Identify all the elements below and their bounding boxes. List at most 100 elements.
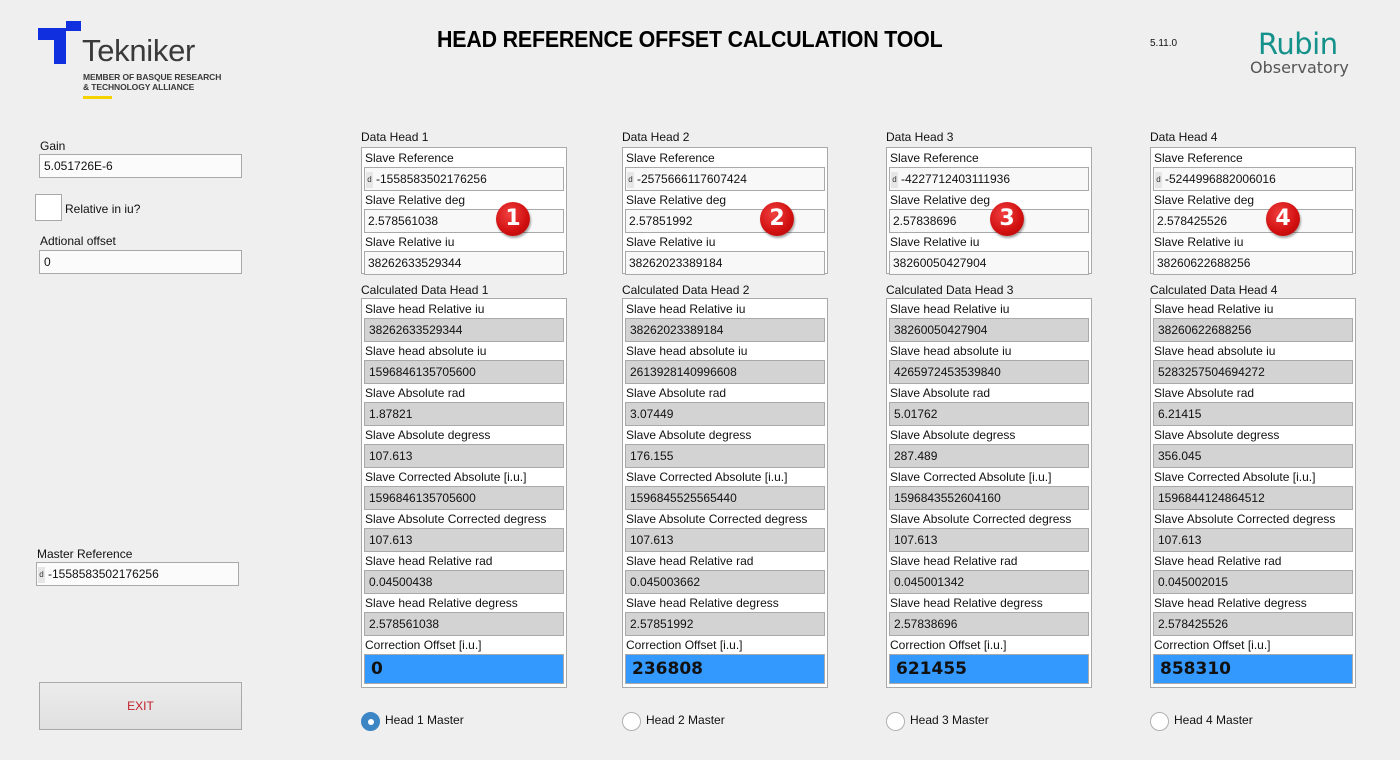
calc-row-value: 1596843552604160 (889, 486, 1089, 510)
head-4-master-radio[interactable] (1150, 712, 1169, 731)
calc-row-value: 0.045002015 (1153, 570, 1353, 594)
slave-reference-input[interactable]: d -4227712403111936 (889, 167, 1089, 191)
head-2-master-radio[interactable] (622, 712, 641, 731)
calc-row-label: Slave head absolute iu (626, 344, 748, 358)
slave-relative-deg-input[interactable]: 2.57851992 (625, 209, 825, 233)
calc-row-value: 4265972453539840 (889, 360, 1089, 384)
slave-relative-iu-input[interactable]: 38260622688256 (1153, 251, 1353, 275)
slave-relative-iu-label: Slave Relative iu (365, 235, 455, 249)
calc-row-value: 287.489 (889, 444, 1089, 468)
calculated-head-title: Calculated Data Head 1 (361, 283, 489, 297)
calculated-head-outputs: Slave head Relative iu 38262633529344 Slav… (361, 298, 567, 688)
head-1-master-radio[interactable] (361, 712, 380, 731)
calc-row-label: Slave Absolute Corrected degress (890, 512, 1072, 526)
head-master-label[interactable]: Head 4 Master (1174, 713, 1253, 727)
calc-row-label: Slave Corrected Absolute [i.u.] (1154, 470, 1316, 484)
calc-row-label: Slave head Relative iu (1154, 302, 1274, 316)
calc-row-value: 1596846135705600 (364, 486, 564, 510)
page-title: HEAD REFERENCE OFFSET CALCULATION TOOL (437, 26, 943, 52)
data-head-inputs: Slave Reference d -5244996882006016 Slave… (1150, 147, 1356, 275)
head-number-badge: 2 (760, 202, 794, 236)
slave-relative-iu-input[interactable]: 38262023389184 (625, 251, 825, 275)
head-number-badge: 3 (990, 202, 1024, 236)
slave-relative-deg-input[interactable]: 2.578425526 (1153, 209, 1353, 233)
calc-row-label: Slave Corrected Absolute [i.u.] (626, 470, 788, 484)
calc-row-value: 6.21415 (1153, 402, 1353, 426)
numeric-format-indicator[interactable]: d (627, 171, 634, 188)
master-reference-label: Master Reference (37, 547, 133, 561)
calc-row-value: 176.155 (625, 444, 825, 468)
version-label: 5.11.0 (1150, 38, 1178, 49)
numeric-format-indicator[interactable]: d (891, 171, 898, 188)
calc-row-label: Slave Absolute Corrected degress (365, 512, 547, 526)
calc-row-label: Slave Absolute degress (365, 428, 491, 442)
slave-relative-deg-label: Slave Relative deg (890, 193, 991, 207)
calc-row-label: Slave head Relative rad (626, 554, 754, 568)
slave-reference-label: Slave Reference (365, 151, 454, 165)
calc-row-label: Slave Absolute degress (1154, 428, 1280, 442)
numeric-format-indicator[interactable]: d (38, 566, 45, 583)
rubin-logo-line2: Observatory (1250, 58, 1349, 77)
slave-reference-input[interactable]: d -1558583502176256 (364, 167, 564, 191)
calc-row-label: Slave head Relative degress (365, 596, 518, 610)
data-head-inputs: Slave Reference d -4227712403111936 Slave… (886, 147, 1092, 275)
numeric-format-indicator[interactable]: d (366, 171, 373, 188)
calc-row-value: 38262023389184 (625, 318, 825, 342)
head-master-label[interactable]: Head 2 Master (646, 713, 725, 727)
slave-reference-value: -2575666117607424 (637, 172, 747, 186)
tekniker-logo-icon (38, 21, 81, 64)
calc-row-value: 38260622688256 (1153, 318, 1353, 342)
slave-reference-label: Slave Reference (626, 151, 715, 165)
calc-row-label: Slave head Relative degress (1154, 596, 1307, 610)
calculated-head-outputs: Slave head Relative iu 38260622688256 Slav… (1150, 298, 1356, 688)
head-number-badge: 4 (1266, 202, 1300, 236)
slave-reference-value: -5244996882006016 (1165, 172, 1276, 186)
numeric-format-indicator[interactable]: d (1155, 171, 1162, 188)
calc-row-label: Slave Absolute rad (890, 386, 991, 400)
slave-relative-deg-input[interactable]: 2.578561038 (364, 209, 564, 233)
rubin-logo-line1: Rubin (1258, 27, 1338, 61)
calc-row-value: 2.57851992 (625, 612, 825, 636)
calc-row-value: 38260050427904 (889, 318, 1089, 342)
calc-row-label: Slave head Relative degress (890, 596, 1043, 610)
master-reference-input[interactable]: d -1558583502176256 (36, 562, 239, 586)
slave-reference-label: Slave Reference (1154, 151, 1243, 165)
calc-row-label: Slave Absolute Corrected degress (626, 512, 808, 526)
correction-offset-value: 858310 (1153, 654, 1353, 684)
slave-relative-deg-label: Slave Relative deg (626, 193, 727, 207)
data-head-title: Data Head 3 (886, 130, 954, 144)
correction-offset-value: 0 (364, 654, 564, 684)
calc-row-label: Slave head Relative rad (1154, 554, 1282, 568)
slave-relative-deg-input[interactable]: 2.57838696 (889, 209, 1089, 233)
gain-input[interactable]: 5.051726E-6 (39, 154, 242, 178)
calc-row-label: Slave Absolute rad (626, 386, 727, 400)
relative-in-iu-checkbox[interactable] (35, 194, 62, 221)
head-master-label[interactable]: Head 3 Master (910, 713, 989, 727)
additional-offset-input[interactable]: 0 (39, 250, 242, 274)
head-master-label[interactable]: Head 1 Master (385, 713, 464, 727)
tekniker-subtitle-line2: & TECHNOLOGY ALLIANCE (83, 82, 195, 92)
calc-row-value: 5.01762 (889, 402, 1089, 426)
slave-reference-input[interactable]: d -5244996882006016 (1153, 167, 1353, 191)
tekniker-subtitle: MEMBER OF BASQUE RESEARCH & TECHNOLOGY A… (83, 72, 221, 92)
slave-reference-input[interactable]: d -2575666117607424 (625, 167, 825, 191)
calc-row-value: 38262633529344 (364, 318, 564, 342)
exit-button[interactable]: EXIT (39, 682, 242, 730)
additional-offset-label: Adtional offset (40, 234, 116, 248)
calc-row-value: 107.613 (1153, 528, 1353, 552)
head-3-master-radio[interactable] (886, 712, 905, 731)
data-head-inputs: Slave Reference d -1558583502176256 Slave… (361, 147, 567, 275)
calc-row-value: 2613928140996608 (625, 360, 825, 384)
calc-row-label: Slave Corrected Absolute [i.u.] (890, 470, 1052, 484)
slave-relative-iu-label: Slave Relative iu (890, 235, 980, 249)
data-head-title: Data Head 1 (361, 130, 429, 144)
correction-offset-label: Correction Offset [i.u.] (1154, 638, 1271, 652)
slave-reference-value: -4227712403111936 (901, 172, 1010, 186)
tekniker-subtitle-line1: MEMBER OF BASQUE RESEARCH (83, 72, 222, 82)
slave-relative-iu-input[interactable]: 38262633529344 (364, 251, 564, 275)
calc-row-value: 3.07449 (625, 402, 825, 426)
slave-relative-iu-input[interactable]: 38260050427904 (889, 251, 1089, 275)
slave-relative-iu-label: Slave Relative iu (626, 235, 716, 249)
data-head-title: Data Head 2 (622, 130, 690, 144)
gain-label: Gain (40, 139, 66, 153)
